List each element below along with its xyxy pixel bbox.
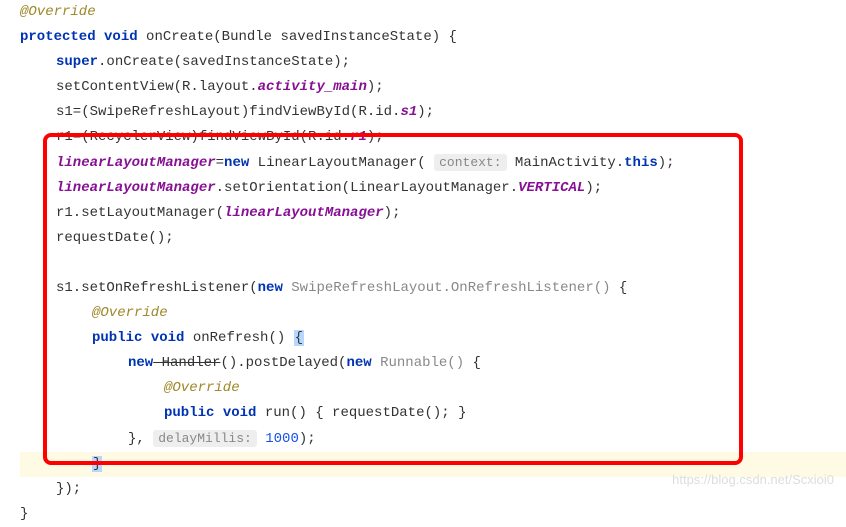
param-hint-context: context: bbox=[434, 154, 506, 171]
code-line-method-signature: protected void onCreate(Bundle savedInst… bbox=[20, 25, 846, 50]
code-line: r1=(RecyclerView)findViewById(R.id.r1); bbox=[20, 125, 846, 150]
code-line: }, delayMillis: 1000); bbox=[20, 426, 846, 452]
code-line: linearLayoutManager.setOrientation(Linea… bbox=[20, 176, 846, 201]
matched-brace: } bbox=[92, 456, 102, 472]
code-line: super.onCreate(savedInstanceState); bbox=[20, 50, 846, 75]
param-hint-delay: delayMillis: bbox=[153, 430, 257, 447]
code-line-annotation: @Override bbox=[20, 0, 846, 25]
code-line-annotation: @Override bbox=[20, 376, 846, 401]
matched-brace: { bbox=[294, 330, 304, 346]
code-line: r1.setLayoutManager(linearLayoutManager)… bbox=[20, 201, 846, 226]
watermark: https://blog.csdn.net/Scxioi0 bbox=[672, 467, 834, 492]
code-line: s1=(SwipeRefreshLayout)findViewById(R.id… bbox=[20, 100, 846, 125]
code-line: linearLayoutManager=new LinearLayoutMana… bbox=[20, 150, 846, 176]
code-line-annotation: @Override bbox=[20, 301, 846, 326]
code-line: s1.setOnRefreshListener(new SwipeRefresh… bbox=[20, 276, 846, 301]
code-line: public void run() { requestDate(); } bbox=[20, 401, 846, 426]
code-line: requestDate(); bbox=[20, 226, 846, 251]
code-line: new Handler().postDelayed(new Runnable()… bbox=[20, 351, 846, 376]
code-line-empty bbox=[20, 251, 846, 276]
code-line: setContentView(R.layout.activity_main); bbox=[20, 75, 846, 100]
code-line: public void onRefresh() { bbox=[20, 326, 846, 351]
code-line-close-brace: } bbox=[20, 502, 846, 527]
